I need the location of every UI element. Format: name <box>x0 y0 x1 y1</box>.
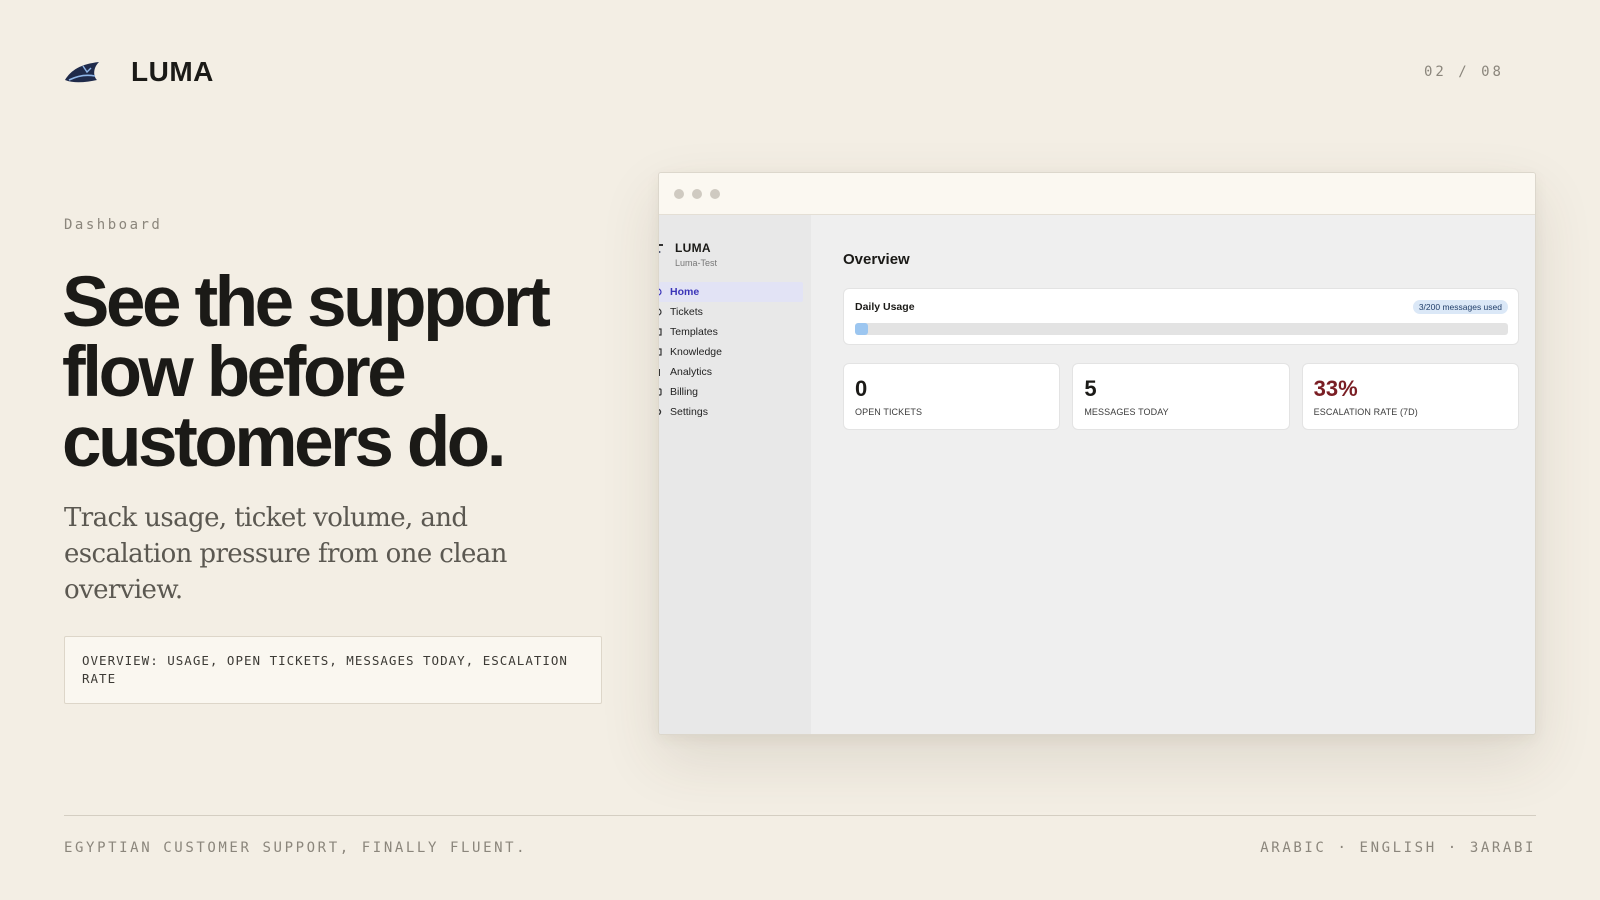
stat-value: 0 <box>855 376 868 401</box>
stat-value: 5 <box>1084 376 1097 401</box>
stats-row: 0 OPEN TICKETS 5 MESSAGES TODAY 33% ESCA… <box>843 363 1519 430</box>
usage-label: Daily Usage <box>855 301 915 313</box>
sidebar-item-settings[interactable]: Settings <box>659 402 803 422</box>
app-window: LUMA Luma-Test Home Tickets Templates Kn… <box>658 172 1536 735</box>
footer-languages: ARABIC · ENGLISH · 3ARABI <box>1260 840 1536 856</box>
home-icon <box>659 288 662 296</box>
stat-label: MESSAGES TODAY <box>1084 407 1169 417</box>
subheadline: Track usage, ticket volume, and escalati… <box>64 503 507 605</box>
window-dot-icon[interactable] <box>674 188 684 199</box>
sidebar-item-label: Analytics <box>670 366 713 378</box>
sidebar-item-billing[interactable]: Billing <box>659 382 803 402</box>
slide: LUMA 02 / 08 Dashboard See the support f… <box>0 0 1600 900</box>
window-dot-icon[interactable] <box>692 188 702 199</box>
sidebar-nav: Home Tickets Templates Knowledge Analyti… <box>659 282 811 422</box>
stat-card-escalation-rate[interactable]: 33% ESCALATION RATE (7D) <box>1301 363 1519 430</box>
sidebar-item-templates[interactable]: Templates <box>659 322 803 342</box>
page-counter: 02 / 08 <box>1423 64 1504 80</box>
stat-card-messages-today[interactable]: 5 MESSAGES TODAY <box>1072 363 1290 430</box>
sidebar-item-label: Billing <box>670 386 699 398</box>
app-body: LUMA Luma-Test Home Tickets Templates Kn… <box>659 215 1535 734</box>
gear-icon <box>659 408 662 416</box>
sidebar-item-label: Tickets <box>670 306 703 318</box>
usage-badge: 3/200 messages used <box>1412 300 1508 314</box>
sidebar-item-label: Templates <box>670 326 718 338</box>
overview-caption: OVERVIEW: USAGE, OPEN TICKETS, MESSAGES … <box>64 636 602 704</box>
sidebar-item-label: Knowledge <box>670 346 722 358</box>
sidebar-item-knowledge[interactable]: Knowledge <box>659 342 803 362</box>
headline: See the support flow before customers do… <box>62 263 551 482</box>
usage-progress-fill <box>855 323 868 335</box>
brand-name: LUMA <box>131 56 214 87</box>
sidebar-brand-name: LUMA <box>675 241 711 255</box>
book-icon <box>659 348 662 356</box>
billing-icon <box>659 388 662 396</box>
footer-divider <box>64 815 1536 816</box>
chart-icon <box>659 369 660 376</box>
sidebar-item-home[interactable]: Home <box>659 282 803 302</box>
stat-label: OPEN TICKETS <box>855 407 923 417</box>
overview-panel: Overview Daily Usage 3/200 messages used… <box>811 215 1535 734</box>
footer-tagline: EGYPTIAN CUSTOMER SUPPORT, FINALLY FLUEN… <box>64 840 528 856</box>
brand: LUMA <box>63 56 214 88</box>
sidebar-brand: LUMA Luma-Test <box>659 241 811 268</box>
sidebar-item-analytics[interactable]: Analytics <box>659 362 803 382</box>
sidebar-item-label: Settings <box>670 406 708 418</box>
ticket-icon <box>659 308 662 316</box>
page-title: Overview <box>843 251 910 268</box>
luma-logo-icon <box>65 62 99 83</box>
stat-label: ESCALATION RATE (7D) <box>1313 407 1418 417</box>
window-titlebar <box>659 173 1535 215</box>
stat-card-open-tickets[interactable]: 0 OPEN TICKETS <box>843 363 1061 430</box>
sidebar: LUMA Luma-Test Home Tickets Templates Kn… <box>659 215 811 734</box>
usage-progress-track <box>855 323 1508 335</box>
luma-logo-icon <box>659 244 663 253</box>
workspace-name: Luma-Test <box>675 258 718 268</box>
template-icon <box>659 328 662 336</box>
section-eyebrow: Dashboard <box>64 217 163 233</box>
stat-value: 33% <box>1313 376 1358 401</box>
daily-usage-card: Daily Usage 3/200 messages used <box>843 288 1519 345</box>
window-dot-icon[interactable] <box>710 188 720 199</box>
sidebar-item-tickets[interactable]: Tickets <box>659 302 803 322</box>
sidebar-item-label: Home <box>670 286 700 298</box>
